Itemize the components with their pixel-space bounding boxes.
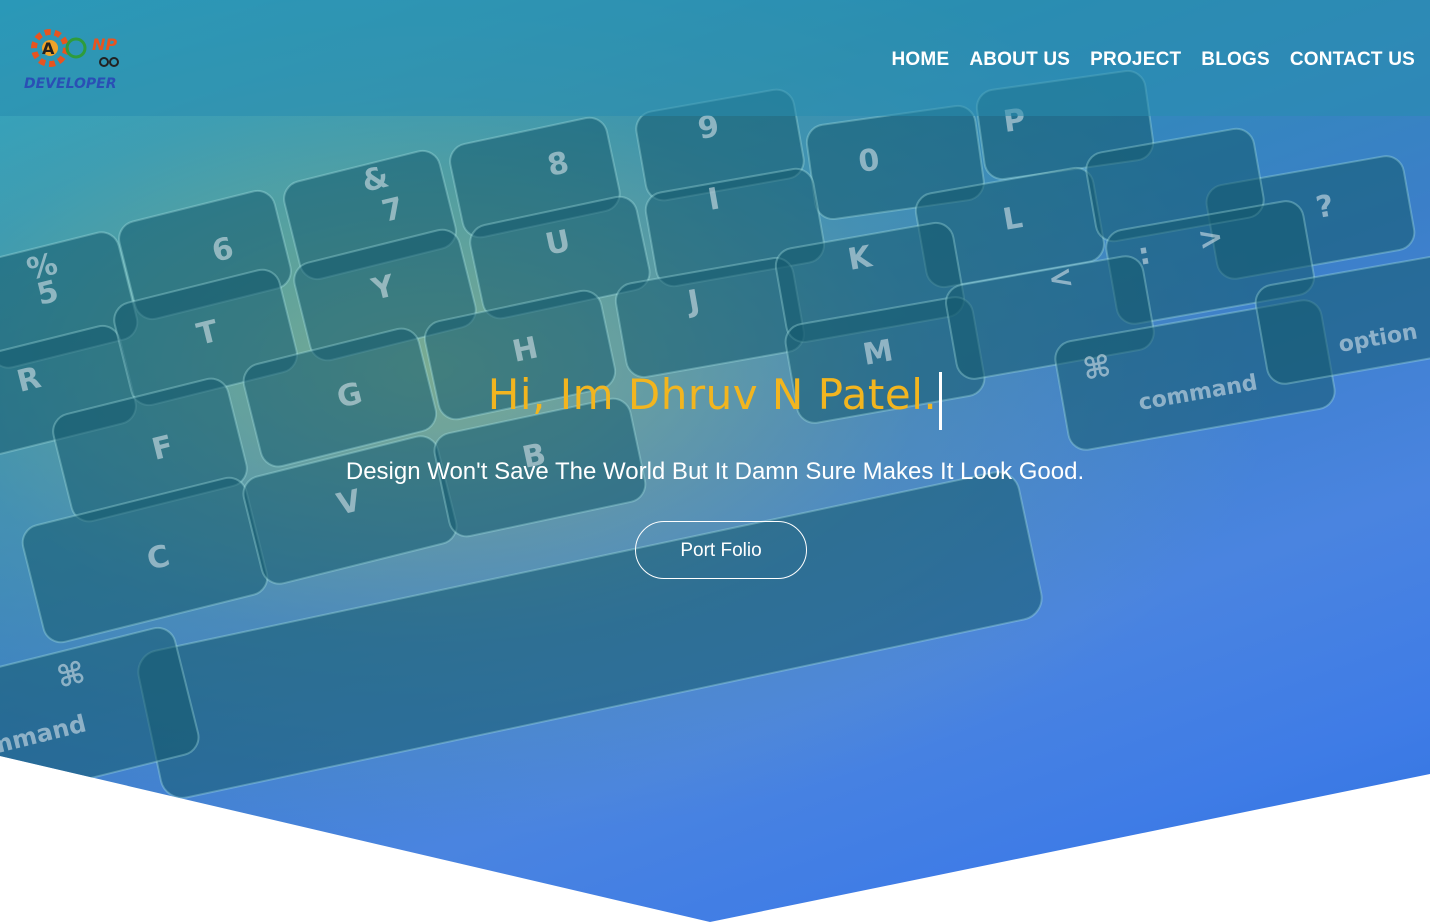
navbar: A NP DEVELOPER HOME ABOUT US PROJECT BLO… (0, 0, 1430, 116)
logo-graphic: A NP DEVELOPER (24, 29, 119, 92)
svg-text:A: A (42, 39, 55, 58)
hero-tagline: Design Won't Save The World But It Damn … (345, 458, 1085, 485)
svg-text:DEVELOPER: DEVELOPER (24, 76, 117, 92)
hero-section: % 5 6 & 7 8 9 0 P R T Y U I L ? F G H J … (0, 0, 1430, 922)
nav-blogs[interactable]: BLOGS (1201, 46, 1270, 74)
nav-about-us[interactable]: ABOUT US (969, 46, 1070, 74)
hero-headline: Hi, Im Dhruv N Patel. (487, 370, 938, 419)
nav-contact-us[interactable]: CONTACT US (1290, 46, 1415, 74)
typing-cursor (939, 371, 943, 430)
portfolio-button[interactable]: Port Folio (635, 521, 807, 579)
nav-home[interactable]: HOME (892, 46, 950, 74)
site-logo[interactable]: A NP DEVELOPER (20, 26, 134, 92)
svg-text:NP: NP (92, 35, 117, 54)
main-nav: HOME ABOUT US PROJECT BLOGS CONTACT US (892, 46, 1415, 74)
headline-container: Hi, Im Dhruv N Patel. (0, 364, 1430, 430)
nav-project[interactable]: PROJECT (1090, 46, 1181, 74)
